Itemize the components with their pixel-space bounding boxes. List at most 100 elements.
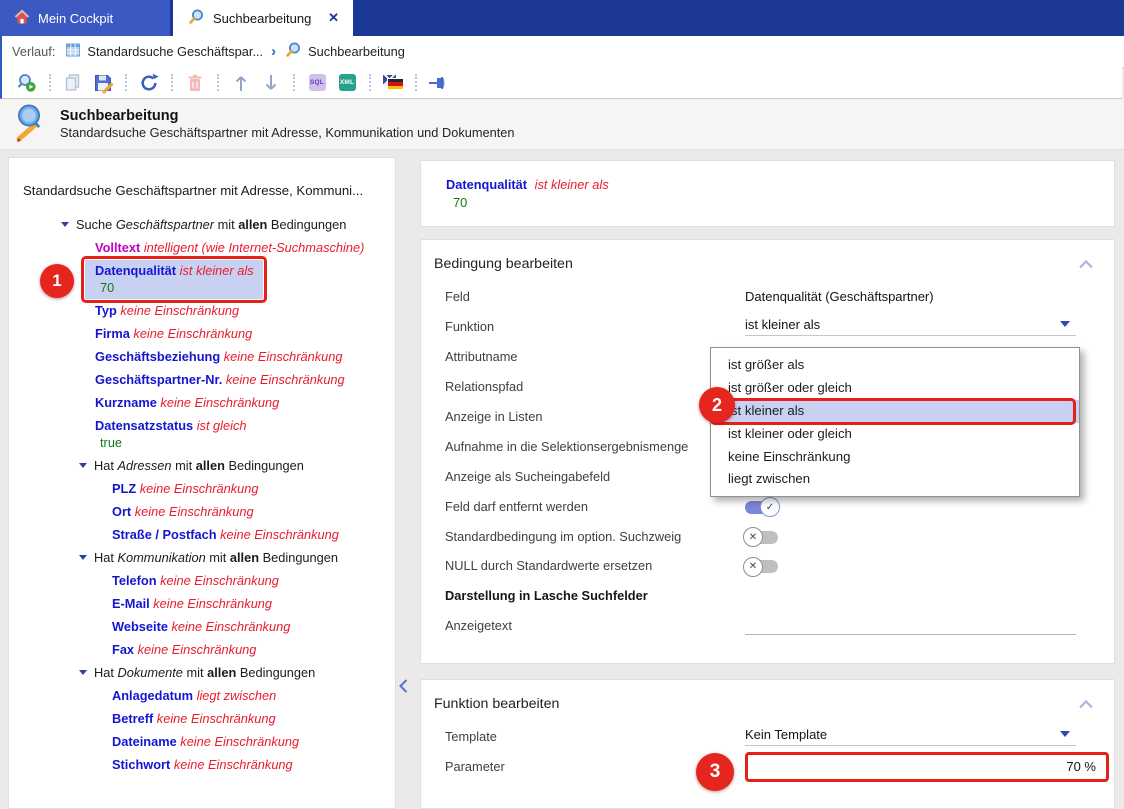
breadcrumb-item-search-def[interactable]: Standardsuche Geschäftspar... [65,42,263,61]
page-title: Suchbearbeitung [60,107,515,125]
cross-icon: ✕ [743,557,763,577]
tree-expand-arrow-icon[interactable] [79,463,87,468]
language-flag-icon [383,75,404,90]
dropdown-item[interactable]: keine Einschränkung [711,446,1079,469]
dropdown-item[interactable]: liegt zwischen [711,468,1079,491]
save-button[interactable] [90,71,116,95]
copy-button[interactable] [60,71,86,95]
summary-value: 70 [421,192,1114,210]
select-field[interactable]: ist kleiner als [745,317,1076,336]
tree-item[interactable]: Geschäftspartner-Nr. keine Einschränkung [9,371,395,388]
tree-expand-arrow-icon[interactable] [79,555,87,560]
section-header: Bedingung bearbeiten [421,240,1114,272]
home-icon [14,9,30,28]
tree-item[interactable]: Typ keine Einschränkung [9,302,395,319]
breadcrumb: Verlauf: Standardsuche Geschäftspar... ›… [0,36,1124,68]
tree-item[interactable]: Suche Geschäftspartner mit allen Bedingu… [9,216,395,233]
tree-expand-arrow-icon[interactable] [61,222,69,227]
field-label: Standardbedingung im option. Suchzweig [445,529,745,544]
dropdown-item[interactable]: ist größer oder gleich [711,377,1079,400]
field-label: Relationspfad [445,379,745,394]
delete-button[interactable] [182,71,208,95]
dropdown-item[interactable]: ist kleiner als [711,400,1079,423]
tree-item[interactable]: E-Mail keine Einschränkung [9,595,395,612]
toggle-switch-off[interactable]: ✕ [745,531,778,544]
annotation-circle-1: 1 [40,264,74,298]
field-label: Darstellung in Lasche Suchfelder [445,588,745,603]
collapse-chevron-icon[interactable] [1079,697,1093,713]
language-button[interactable] [380,71,406,95]
search-edit-icon [12,102,52,149]
toolbar-separator [415,74,417,91]
dropdown-item[interactable]: ist kleiner oder gleich [711,423,1079,446]
breadcrumb-separator-icon: › [271,44,276,59]
toolbar-separator [49,74,51,91]
tree-item[interactable]: Geschäftsbeziehung keine Einschränkung [9,348,395,365]
collapse-chevron-icon[interactable] [1079,257,1093,273]
field-label: Feld darf entfernt werden [445,499,745,514]
section-header: Funktion bearbeiten [421,680,1114,712]
tree-item[interactable]: Firma keine Einschränkung [9,325,395,342]
sql-view-button[interactable]: SQL [304,71,330,95]
run-search-button[interactable] [14,71,40,95]
tree-item[interactable]: Telefon keine Einschränkung [9,572,395,589]
tree-item[interactable]: Volltext intelligent (wie Internet-Suchm… [9,239,395,256]
tree-item[interactable]: Hat Dokumente mit allen Bedingungen [9,664,395,681]
field-label: Anzeigetext [445,618,745,633]
field-label: Aufnahme in die Selektionsergebnismenge [445,439,745,454]
page-subtitle: Standardsuche Geschäftspartner mit Adres… [60,125,515,141]
tab-suchbearbeitung[interactable]: Suchbearbeitung ✕ [173,0,353,36]
text-input[interactable] [745,616,1076,635]
pin-button[interactable] [426,71,452,95]
refresh-button[interactable] [136,71,162,95]
form-row: Funktionist kleiner als [421,312,1114,342]
tab-mein-cockpit[interactable]: Mein Cockpit [0,0,170,36]
tree-item[interactable]: Stichwort keine Einschränkung [9,756,395,773]
field-label: Feld [445,289,745,304]
move-up-button[interactable] [228,71,254,95]
function-dropdown-list: ist größer alsist größer oder gleichist … [710,347,1080,497]
parameter-input[interactable]: 70 % [745,752,1109,782]
tree-item[interactable]: PLZ keine Einschränkung [9,480,395,497]
tree-title: Standardsuche Geschäftspartner mit Adres… [9,158,395,198]
select-field[interactable]: Kein Template [745,727,1076,746]
search-icon [187,8,205,29]
toolbar-separator [217,74,219,91]
form-row: FeldDatenqualität (Geschäftspartner) [421,282,1114,312]
tree-expand-arrow-icon[interactable] [79,670,87,675]
select-value: ist kleiner als [745,317,820,332]
tab-close-icon[interactable]: ✕ [328,10,339,26]
cross-icon: ✕ [743,527,763,547]
tree-item[interactable]: Anlagedatum liegt zwischen [9,687,395,704]
dropdown-caret-icon[interactable] [1060,321,1070,327]
toolbar-separator [293,74,295,91]
tree-item[interactable]: Dateiname keine Einschränkung [9,733,395,750]
move-down-button[interactable] [258,71,284,95]
summary-field: Datenqualität [446,177,527,192]
search-tree-panel: Standardsuche Geschäftspartner mit Adres… [8,157,396,809]
tree-item[interactable]: Betreff keine Einschränkung [9,710,395,727]
tree-item[interactable]: Datensatzstatus ist gleichtrue [9,417,395,451]
toggle-switch-off[interactable]: ✕ [745,560,778,573]
xml-view-button[interactable]: XML [334,71,360,95]
dropdown-caret-icon[interactable] [1060,731,1070,737]
tree-item[interactable]: Straße / Postfach keine Einschränkung [9,526,395,543]
tree-item[interactable]: Kurzname keine Einschränkung [9,394,395,411]
summary-condition: ist kleiner als [535,177,609,192]
grid-icon [65,42,81,61]
tree-item[interactable]: Webseite keine Einschränkung [9,618,395,635]
breadcrumb-prefix: Verlauf: [12,44,55,59]
field-label: NULL durch Standardwerte ersetzen [445,558,745,573]
search-icon [284,41,302,62]
tree-item[interactable]: Hat Kommunikation mit allen Bedingungen [9,549,395,566]
page-header: Suchbearbeitung Standardsuche Geschäftsp… [0,99,1124,150]
panel-collapse-handle[interactable] [399,679,411,695]
form-row: Anzeigetext [421,611,1114,641]
dropdown-item[interactable]: ist größer als [711,354,1079,377]
toggle-switch-on[interactable]: ✓ [745,501,778,514]
selected-condition-summary[interactable]: Datenqualität ist kleiner als 70 [420,160,1115,227]
tree-item[interactable]: Hat Adressen mit allen Bedingungen [9,457,395,474]
tree-item[interactable]: Ort keine Einschränkung [9,503,395,520]
tree-item[interactable]: Fax keine Einschränkung [9,641,395,658]
breadcrumb-item-suchbearbeitung[interactable]: Suchbearbeitung [284,41,405,62]
